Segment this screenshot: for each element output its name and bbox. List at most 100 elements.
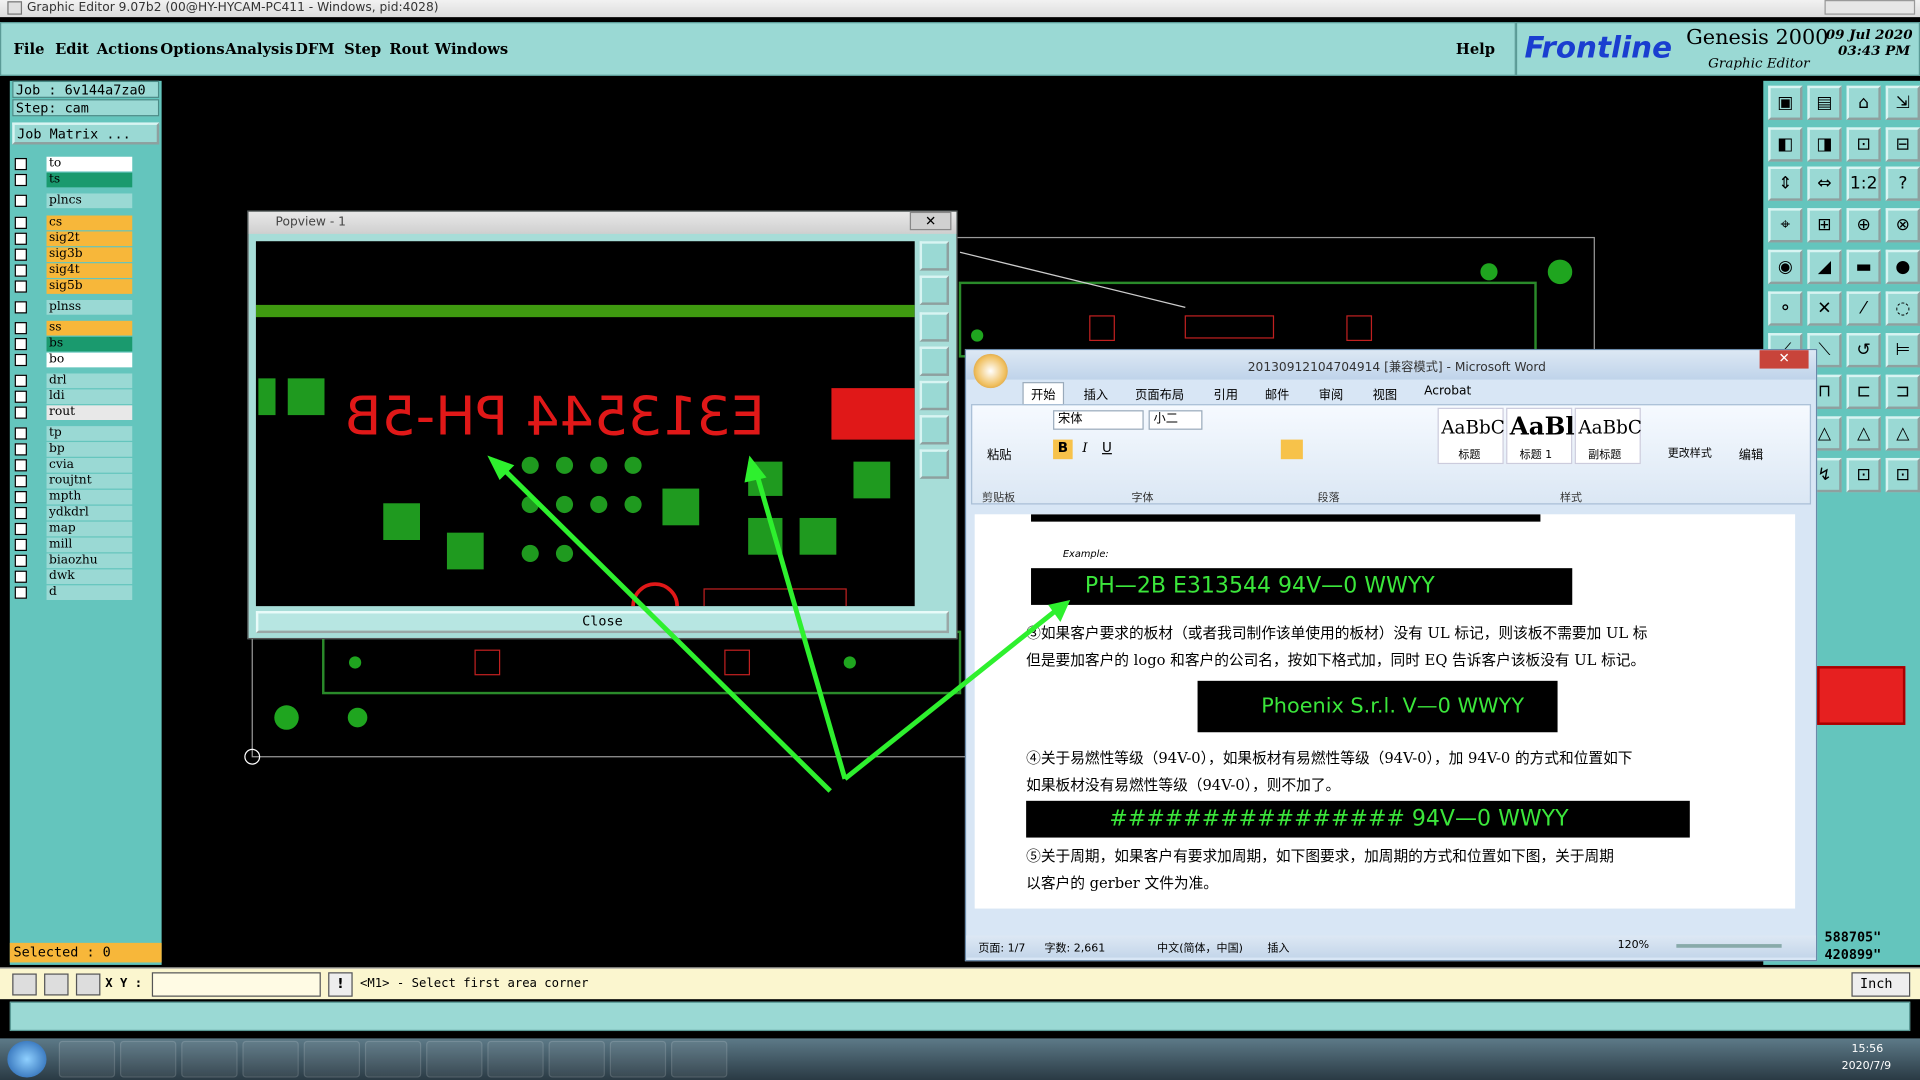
taskbar-app-5[interactable] xyxy=(303,1040,361,1078)
layer-row[interactable]: roujtnt xyxy=(14,473,137,489)
tool-button[interactable]: ⊟ xyxy=(1885,127,1920,162)
job-matrix-button[interactable]: Job Matrix ... xyxy=(12,122,160,145)
menu-step[interactable]: Step xyxy=(344,40,381,57)
tool-button[interactable]: ▤ xyxy=(1807,85,1842,121)
layer-row[interactable]: plncs xyxy=(14,193,137,209)
font-name-box[interactable]: 宋体 xyxy=(1053,410,1144,430)
tab-acrobat[interactable]: Acrobat xyxy=(1424,384,1471,397)
layer-row[interactable]: ss xyxy=(14,320,137,336)
popview-close-button[interactable]: Close xyxy=(255,611,949,634)
unit-selector[interactable]: Inch xyxy=(1851,972,1911,997)
layer-row[interactable]: cs xyxy=(14,215,137,231)
layer-checkbox[interactable] xyxy=(14,406,27,419)
tool-button[interactable]: ◨ xyxy=(1807,127,1842,162)
tool-button[interactable]: 1:2 xyxy=(1846,166,1881,201)
layer-row[interactable]: to xyxy=(14,156,137,172)
tool-button[interactable]: ⊡ xyxy=(1846,127,1881,162)
tool-button[interactable]: ⌖ xyxy=(1768,208,1803,243)
font-size-box[interactable]: 小二 xyxy=(1148,410,1203,430)
layer-checkbox[interactable] xyxy=(14,459,27,472)
tool-button[interactable]: ◧ xyxy=(1768,127,1803,162)
word-document[interactable]: Example: PH—2B E313544 94V—0 WWYY ③如果客户要… xyxy=(974,514,1796,909)
style-subtitle[interactable]: AaBbC 副标题 xyxy=(1574,407,1642,465)
menu-rout[interactable]: Rout xyxy=(389,40,428,57)
layer-checkbox[interactable] xyxy=(14,264,27,277)
layer-row[interactable]: mpth xyxy=(14,489,137,505)
align-center-button[interactable] xyxy=(1280,439,1303,460)
xy-input[interactable] xyxy=(151,972,321,997)
menu-edit[interactable]: Edit xyxy=(55,40,89,57)
layer-checkbox[interactable] xyxy=(14,570,27,583)
layer-row[interactable]: ts xyxy=(14,172,137,188)
edit-button[interactable]: 编辑 xyxy=(1739,444,1763,462)
layer-checkbox[interactable] xyxy=(14,194,27,207)
popview-canvas[interactable]: E313544 PH-5B xyxy=(255,241,915,607)
layer-checkbox[interactable] xyxy=(14,353,27,367)
home-icon[interactable] xyxy=(919,449,949,479)
underline-button[interactable]: U xyxy=(1097,440,1117,460)
layer-row[interactable]: bp xyxy=(14,442,137,457)
zoom-slider[interactable] xyxy=(1676,944,1782,948)
tab-mailings[interactable]: 邮件 xyxy=(1265,384,1289,402)
layer-row[interactable]: plnss xyxy=(14,300,137,315)
layer-checkbox[interactable] xyxy=(14,374,27,387)
tab-home[interactable]: 开始 xyxy=(1022,382,1065,406)
tool-button[interactable]: ⁄ xyxy=(1846,291,1881,326)
layer-row[interactable]: dwk xyxy=(14,569,137,585)
warning-icon[interactable]: ! xyxy=(328,972,353,997)
close-icon[interactable]: ✕ xyxy=(909,211,952,231)
layer-checkbox[interactable] xyxy=(14,301,27,314)
layer-row[interactable]: cvia xyxy=(14,457,137,473)
layer-checkbox[interactable] xyxy=(14,173,27,187)
tool-button[interactable]: ⇲ xyxy=(1885,85,1920,121)
layer-row[interactable]: tp xyxy=(14,426,137,441)
layer-row[interactable]: d xyxy=(14,585,137,601)
layer-row[interactable]: ldi xyxy=(14,389,137,405)
layer-row[interactable]: bo xyxy=(14,352,137,368)
taskbar-app-1[interactable] xyxy=(58,1040,116,1078)
tool-button[interactable]: ⊨ xyxy=(1885,333,1920,368)
word-close-icon[interactable]: ✕ xyxy=(1759,350,1809,369)
layer-checkbox[interactable] xyxy=(14,554,27,567)
tool-button[interactable]: ⚬ xyxy=(1768,291,1803,326)
tool-button[interactable]: △ xyxy=(1846,416,1881,451)
tool-button[interactable]: ⊏ xyxy=(1846,374,1881,409)
tab-view[interactable]: 视图 xyxy=(1373,384,1397,402)
layer-checkbox[interactable] xyxy=(14,491,27,504)
layer-row[interactable]: drl xyxy=(14,373,137,389)
tool-button[interactable]: ⊡ xyxy=(1885,457,1920,493)
menu-analysis[interactable]: Analysis xyxy=(225,40,293,57)
window-controls[interactable] xyxy=(1824,0,1916,15)
layer-checkbox[interactable] xyxy=(14,443,27,456)
taskbar-app-4[interactable] xyxy=(242,1040,299,1078)
layer-checkbox[interactable] xyxy=(14,248,27,261)
menu-dfm[interactable]: DFM xyxy=(295,40,334,57)
fit-icon[interactable] xyxy=(919,415,949,445)
layer-row[interactable]: biaozhu xyxy=(14,553,137,569)
layer-row[interactable]: rout xyxy=(14,405,137,421)
tool-button[interactable]: ⇔ xyxy=(1807,166,1842,201)
style-heading1[interactable]: AaBl 标题 1 xyxy=(1506,407,1575,465)
zoom-out-icon[interactable] xyxy=(919,312,949,342)
tool-button[interactable]: △ xyxy=(1885,416,1920,451)
layer-checkbox[interactable] xyxy=(14,216,27,229)
tool-button[interactable]: ⊡ xyxy=(1846,457,1881,493)
tool-button[interactable]: ◉ xyxy=(1768,249,1803,285)
layer-checkbox[interactable] xyxy=(14,427,27,440)
taskbar-app-6[interactable] xyxy=(364,1040,422,1078)
tool-button[interactable]: ◢ xyxy=(1807,249,1842,285)
zoom-in-icon[interactable] xyxy=(919,275,949,305)
start-button[interactable] xyxy=(7,1040,47,1078)
layer-checkbox[interactable] xyxy=(14,280,27,293)
taskbar-app-3[interactable] xyxy=(181,1040,238,1078)
measure-tool-icon[interactable] xyxy=(44,973,69,996)
italic-button[interactable]: I xyxy=(1075,440,1095,460)
layer-row[interactable]: ydkdrl xyxy=(14,505,137,521)
paste-button[interactable]: 粘贴 xyxy=(987,444,1011,462)
layer-checkbox[interactable] xyxy=(14,506,27,520)
tool-button[interactable]: ◌ xyxy=(1885,291,1920,326)
layer-checkbox[interactable] xyxy=(14,337,27,351)
layer-row[interactable]: bs xyxy=(14,336,137,352)
bold-button[interactable]: B xyxy=(1053,439,1073,460)
taskbar-app-7[interactable] xyxy=(426,1040,483,1078)
